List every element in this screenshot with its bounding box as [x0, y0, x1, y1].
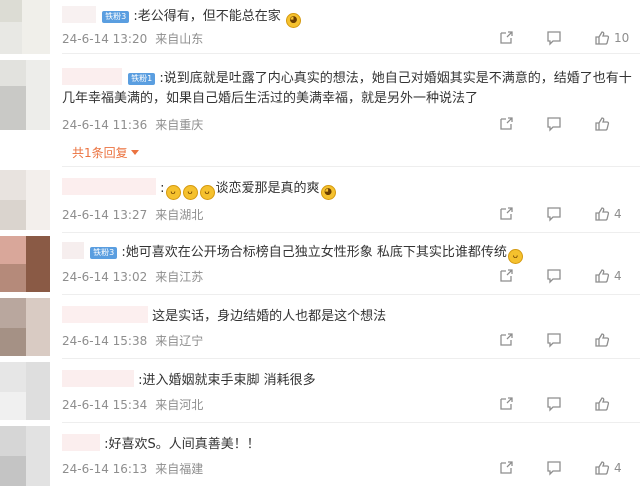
username-blurred[interactable]: [62, 68, 122, 85]
comment-date: 24-6-14 11:36: [62, 118, 148, 132]
divider: [62, 232, 640, 233]
divider: [62, 358, 640, 359]
comment-location: 来自辽宁: [155, 334, 204, 348]
like-count: 4: [614, 269, 622, 283]
comment-meta: 24-6-14 15:34 来自河北: [62, 396, 211, 413]
share-icon[interactable]: [498, 268, 514, 284]
comment-location: 来自重庆: [155, 118, 204, 132]
laugh-emoji: ᴗ: [182, 185, 198, 200]
comment-text: :老公得有，但不能总在家: [133, 9, 281, 24]
comment-date: 24-6-14 16:13: [62, 462, 148, 476]
comment-meta: 24-6-14 15:38 来自辽宁: [62, 332, 211, 349]
comment-text: :: [160, 181, 165, 196]
comment-meta: 24-6-14 13:20 来自山东: [62, 30, 211, 47]
divider: [62, 422, 640, 423]
avatar[interactable]: [0, 426, 50, 486]
comment-meta: 24-6-14 13:02 来自江苏: [62, 268, 211, 285]
avatar[interactable]: [0, 362, 50, 420]
comment-icon[interactable]: [546, 30, 562, 46]
comment-location: 来自山东: [155, 32, 204, 46]
comment-icon[interactable]: [546, 116, 562, 132]
thumbs-up-icon[interactable]: [594, 396, 610, 412]
thumbs-up-icon[interactable]: [594, 206, 610, 222]
comment-date: 24-6-14 13:27: [62, 208, 148, 222]
fan-badge[interactable]: 铁粉1: [128, 73, 156, 85]
comment-text-after: 谈恋爱那是真的爽: [215, 181, 320, 196]
share-icon[interactable]: [498, 396, 514, 412]
avatar[interactable]: [0, 236, 50, 292]
comment-date: 24-6-14 13:02: [62, 270, 148, 284]
like-count: 10: [614, 31, 630, 45]
share-icon[interactable]: [498, 30, 514, 46]
comment-text: 这是实话，身边结婚的人也都是这个想法: [152, 309, 387, 324]
comment-item: 铁粉3 :老公得有，但不能总在家 ◕ 24-6-14 13:20 来自山东 10: [0, 0, 640, 54]
share-icon[interactable]: [498, 116, 514, 132]
thumbs-up-icon[interactable]: [594, 30, 610, 46]
username-blurred[interactable]: [62, 178, 156, 195]
username-blurred[interactable]: [62, 242, 84, 259]
comment-icon[interactable]: [546, 268, 562, 284]
comment-location: 来自福建: [155, 462, 204, 476]
comment-item: 铁粉3 :她可喜欢在公开场合标榜自己独立女性形象 私底下其实比谁都传统 ᴗ 24-…: [0, 236, 640, 294]
divider: [62, 166, 640, 167]
username-blurred[interactable]: [62, 370, 134, 387]
comment-location: 来自江苏: [155, 270, 204, 284]
thumbs-up-icon[interactable]: [594, 460, 610, 476]
comment-icon[interactable]: [546, 460, 562, 476]
laugh-emoji: ᴗ: [199, 185, 215, 200]
comment-meta: 24-6-14 13:27 来自湖北: [62, 206, 211, 223]
thumbs-up-icon[interactable]: [594, 116, 610, 132]
comment-date: 24-6-14 15:34: [62, 398, 148, 412]
view-replies-link[interactable]: 共1条回复: [72, 144, 139, 161]
comment-text: :进入婚姻就束手束脚 消耗很多: [138, 373, 316, 388]
comment-item: 这是实话，身边结婚的人也都是这个想法 24-6-14 15:38 来自辽宁: [0, 298, 640, 358]
comment-icon[interactable]: [546, 396, 562, 412]
avatar[interactable]: [0, 298, 50, 356]
fan-badge[interactable]: 铁粉3: [102, 11, 130, 23]
like-count: 4: [614, 461, 622, 475]
comment-item: : ᴗ ᴗ ᴗ 谈恋爱那是真的爽 ◕ 24-6-14 13:27 来自湖北 4: [0, 170, 640, 232]
comment-item: 铁粉1 :说到底就是吐露了内心真实的想法，她自己对婚姻其实是不满意的，结婚了也有…: [0, 60, 640, 170]
comment-item: :进入婚姻就束手束脚 消耗很多 24-6-14 15:34 来自河北: [0, 362, 640, 422]
comment-location: 来自湖北: [155, 208, 204, 222]
doge-emoji: ◕: [320, 185, 336, 200]
share-icon[interactable]: [498, 460, 514, 476]
comment-meta: 24-6-14 16:13 来自福建: [62, 460, 211, 477]
share-icon[interactable]: [498, 206, 514, 222]
comment-text: :好喜欢S。人间真善美！！: [104, 437, 260, 452]
divider: [62, 53, 640, 54]
comment-meta: 24-6-14 11:36 来自重庆: [62, 116, 211, 133]
avatar[interactable]: [0, 0, 50, 54]
username-blurred[interactable]: [62, 6, 96, 23]
fan-badge[interactable]: 铁粉3: [90, 247, 118, 259]
laugh-emoji: ᴗ: [507, 249, 523, 264]
avatar[interactable]: [0, 60, 50, 130]
comment-date: 24-6-14 13:20: [62, 32, 148, 46]
like-count: 4: [614, 207, 622, 221]
comment-date: 24-6-14 15:38: [62, 334, 148, 348]
laugh-emoji: ᴗ: [165, 185, 181, 200]
username-blurred[interactable]: [62, 434, 100, 451]
thumbs-up-icon[interactable]: [594, 268, 610, 284]
share-icon[interactable]: [498, 332, 514, 348]
thumbs-up-icon[interactable]: [594, 332, 610, 348]
avatar[interactable]: [0, 170, 50, 230]
comment-text: :她可喜欢在公开场合标榜自己独立女性形象 私底下其实比谁都传统: [121, 245, 507, 260]
comment-item: :好喜欢S。人间真善美！！ 24-6-14 16:13 来自福建 4: [0, 426, 640, 488]
comment-location: 来自河北: [155, 398, 204, 412]
replies-label: 共1条回复: [72, 146, 128, 160]
comment-icon[interactable]: [546, 332, 562, 348]
doge-emoji: ◕: [285, 13, 301, 28]
username-blurred[interactable]: [62, 306, 148, 323]
comment-icon[interactable]: [546, 206, 562, 222]
chevron-down-icon: [130, 150, 139, 155]
divider: [62, 294, 640, 295]
